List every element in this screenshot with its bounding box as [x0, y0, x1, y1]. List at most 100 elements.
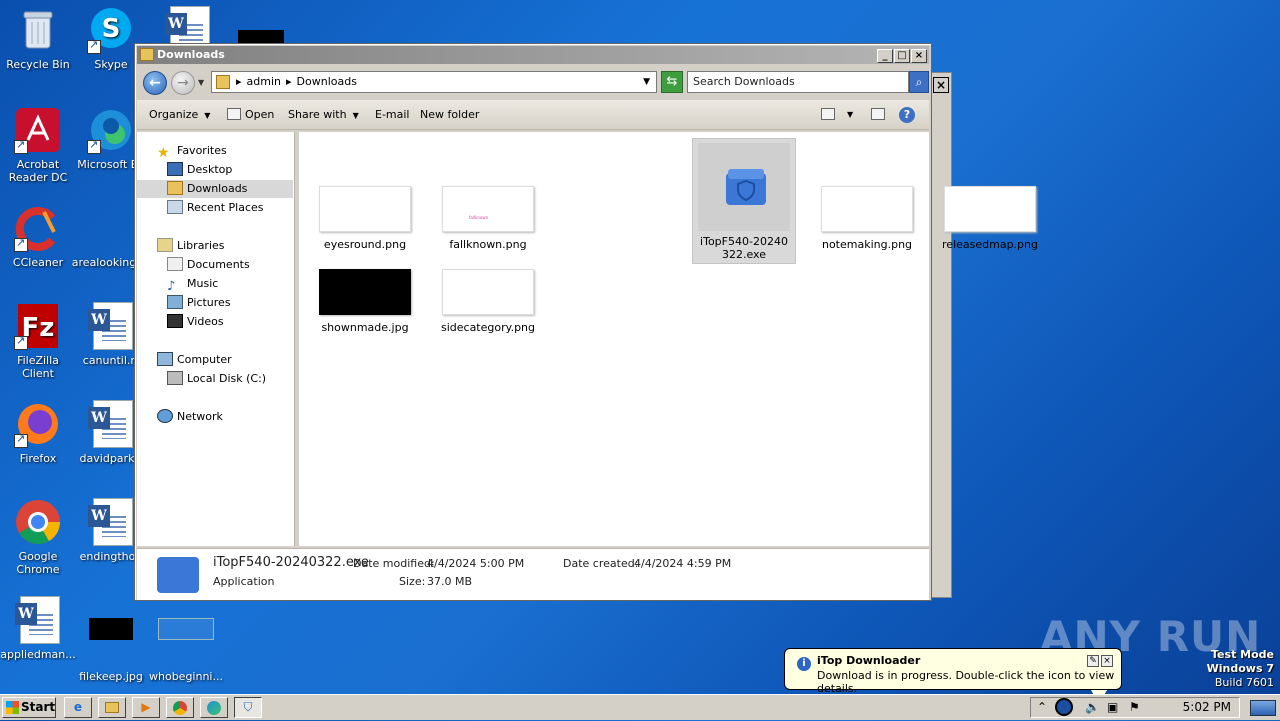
close-icon[interactable]: ×: [933, 77, 949, 93]
desktop-icon-appliedman[interactable]: W appliedman...: [0, 596, 76, 661]
start-button[interactable]: Start: [2, 697, 56, 718]
help-icon[interactable]: ?: [899, 107, 915, 123]
new-folder-button[interactable]: New folder: [420, 100, 479, 130]
image-thumbnail: [319, 269, 411, 315]
folder-icon: [105, 702, 119, 713]
nav-label: Recent Places: [187, 201, 264, 214]
window-title: Downloads: [157, 48, 225, 61]
acrobat-icon: [14, 106, 62, 154]
chevron-down-icon[interactable]: ▼: [643, 72, 650, 92]
desktop-icon-label: appliedman...: [0, 648, 76, 661]
nav-recent-places[interactable]: Recent Places: [167, 199, 264, 217]
desktop-icon-firefox[interactable]: Firefox: [0, 400, 76, 465]
nav-desktop[interactable]: Desktop: [167, 161, 232, 179]
show-hidden-icons[interactable]: ⌃: [1037, 700, 1047, 714]
change-view-button[interactable]: [821, 100, 839, 130]
nav-label: Desktop: [187, 163, 233, 176]
details-filename: iTopF540-20240322.exe: [213, 555, 369, 570]
nav-libraries[interactable]: Libraries: [157, 237, 225, 255]
local-disk-icon: [167, 371, 183, 385]
volume-icon[interactable]: 🔈: [1085, 700, 1100, 714]
title-bar[interactable]: Downloads _ □ ×: [137, 46, 929, 64]
file-item[interactable]: fallknown fallknown.png: [436, 186, 540, 251]
close-icon[interactable]: ×: [1101, 655, 1113, 667]
search-input[interactable]: Search Downloads: [687, 71, 909, 93]
explorer-window[interactable]: Downloads _ □ × ← → ▼ ▸ admin ▸ Downloads ▼…: [134, 43, 1038, 601]
notification-balloon[interactable]: i iTop Downloader Download is in progres…: [784, 648, 1122, 704]
refresh-button[interactable]: ⇆: [661, 71, 683, 93]
search-icon[interactable]: ⌕: [909, 71, 929, 93]
file-list[interactable]: eyesround.png fallknown fallknown.png iT…: [299, 132, 1038, 546]
file-item[interactable]: sidecategory.png: [436, 269, 540, 334]
nav-videos[interactable]: Videos: [167, 313, 224, 331]
word-document-icon: W: [88, 302, 133, 350]
chevron-right-icon[interactable]: ▸: [236, 75, 242, 88]
nav-downloads[interactable]: Downloads: [137, 180, 293, 198]
file-item[interactable]: eyesround.png: [313, 186, 417, 251]
app-installer-icon: [157, 557, 199, 593]
open-icon: [227, 108, 241, 120]
network-tray-icon[interactable]: ▣: [1107, 700, 1118, 714]
desktop-icon-whobeginni[interactable]: whobeginni...: [148, 596, 224, 683]
email-button[interactable]: E-mail: [375, 100, 410, 130]
file-item[interactable]: releasedmap.png: [938, 186, 1042, 251]
preview-pane-button[interactable]: [871, 100, 889, 130]
file-item[interactable]: shownmade.jpg: [313, 269, 417, 334]
action-center-flag-icon[interactable]: ⚑: [1129, 700, 1140, 714]
back-button[interactable]: ←: [143, 71, 167, 95]
taskbar-explorer[interactable]: [98, 697, 126, 718]
nav-pictures[interactable]: Pictures: [167, 294, 231, 312]
desktop-icon-filekeep[interactable]: filekeep.jpg: [73, 596, 149, 683]
recent-pages-dropdown[interactable]: ▼: [198, 78, 204, 87]
desktop-icon-recycle-bin[interactable]: Recycle Bin: [0, 6, 76, 71]
desktop-icon-arealooking[interactable]: arealooking: [66, 204, 142, 269]
organize-button[interactable]: Organize ▼: [149, 100, 210, 130]
forward-button[interactable]: →: [171, 71, 195, 95]
chevron-right-icon[interactable]: ▸: [286, 75, 292, 88]
taskbar-itop[interactable]: ⛉: [234, 697, 262, 718]
maximize-button[interactable]: □: [894, 49, 910, 63]
show-desktop-button[interactable]: [1250, 700, 1276, 716]
address-field[interactable]: ▸ admin ▸ Downloads ▼: [211, 71, 657, 93]
breadcrumb-downloads[interactable]: Downloads: [297, 75, 357, 88]
file-name: eyesround.png: [323, 238, 407, 251]
nav-label: Documents: [187, 258, 250, 271]
desktop-icon-ccleaner[interactable]: CCleaner: [0, 204, 76, 269]
nav-computer[interactable]: Computer: [157, 351, 232, 369]
taskbar-ie[interactable]: e: [64, 697, 92, 718]
nav-documents[interactable]: Documents: [167, 256, 250, 274]
minimize-button[interactable]: _: [877, 49, 893, 63]
taskbar-media-player[interactable]: ▶: [132, 697, 160, 718]
nav-favorites[interactable]: ★ Favorites: [157, 142, 227, 161]
view-options-dropdown[interactable]: ▼: [847, 100, 853, 130]
itop-downloader-tray-icon[interactable]: [1055, 698, 1073, 716]
nav-music[interactable]: ♪ Music: [167, 275, 219, 294]
share-with-button[interactable]: Share with ▼: [288, 100, 359, 130]
file-name: sidecategory.png: [440, 321, 535, 334]
test-mode-label: Test Mode: [1211, 648, 1274, 661]
desktop-icon-acrobat[interactable]: Acrobat Reader DC: [0, 106, 76, 184]
details-modified: 4/4/2024 5:00 PM: [427, 557, 525, 570]
breadcrumb-admin[interactable]: admin: [247, 75, 281, 88]
nav-local-disk[interactable]: Local Disk (C:): [167, 370, 266, 388]
black-thumbnail: [238, 30, 284, 44]
nav-network[interactable]: Network: [157, 408, 223, 426]
app-installer-icon: [698, 143, 790, 231]
taskbar-edge[interactable]: [200, 697, 228, 718]
file-item-selected[interactable]: iTopF540-20240322.exe: [692, 138, 796, 264]
file-item[interactable]: notemaking.png: [815, 186, 919, 251]
image-thumbnail: [944, 186, 1036, 232]
open-button[interactable]: Open: [227, 100, 274, 130]
desktop-icon-chrome[interactable]: Google Chrome: [0, 498, 76, 576]
desktop-icon-label: whobeginni...: [149, 670, 223, 683]
file-name: releasedmap.png: [942, 238, 1038, 251]
clock[interactable]: 5:02 PM: [1183, 700, 1231, 714]
nav-label: Music: [187, 277, 219, 290]
desktop-icon-filezilla[interactable]: Fz FileZilla Client: [0, 302, 76, 380]
preview-pane-icon: [871, 108, 885, 120]
taskbar-chrome[interactable]: [166, 697, 194, 718]
share-with-label: Share with: [288, 108, 347, 121]
image-thumbnail: [319, 186, 411, 232]
close-button[interactable]: ×: [911, 49, 927, 63]
options-icon[interactable]: ✎: [1087, 655, 1099, 667]
